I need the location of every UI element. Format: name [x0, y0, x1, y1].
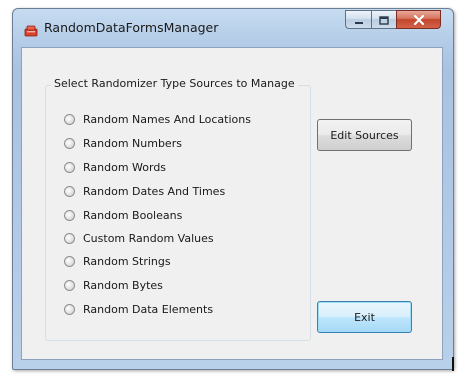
radio-random-numbers[interactable]: Random Numbers	[64, 135, 182, 151]
title-bar[interactable]: RandomDataFormsManager	[13, 9, 453, 47]
radio-label: Random Bytes	[83, 278, 163, 292]
radio-label: Random Words	[83, 160, 167, 174]
close-icon	[413, 10, 425, 29]
radio-random-words[interactable]: Random Words	[64, 159, 166, 175]
radio-custom-random-values[interactable]: Custom Random Values	[64, 230, 214, 246]
text-cursor	[452, 357, 454, 371]
radio-button[interactable]	[64, 209, 75, 221]
exit-button[interactable]: Exit	[317, 301, 412, 333]
radio-label: Random Numbers	[83, 136, 182, 150]
radio-label: Random Dates And Times	[83, 184, 226, 198]
minimize-icon	[354, 10, 364, 29]
radio-random-booleans[interactable]: Random Booleans	[64, 207, 182, 223]
database-icon	[24, 22, 38, 37]
radio-label: Random Names And Locations	[83, 112, 251, 126]
radio-label: Random Booleans	[83, 208, 183, 222]
maximize-icon	[379, 10, 389, 29]
radio-button[interactable]	[64, 232, 75, 244]
minimize-button[interactable]	[345, 10, 372, 29]
close-button[interactable]	[396, 10, 441, 29]
radio-label: Custom Random Values	[83, 231, 214, 245]
radio-button[interactable]	[64, 279, 75, 291]
radio-button[interactable]	[64, 137, 75, 149]
radio-label: Random Data Elements	[83, 302, 214, 316]
maximize-button[interactable]	[371, 10, 397, 29]
radio-random-names-and-locations[interactable]: Random Names And Locations	[64, 111, 251, 127]
radio-random-strings[interactable]: Random Strings	[64, 253, 171, 269]
radio-button[interactable]	[64, 185, 75, 197]
radio-random-bytes[interactable]: Random Bytes	[64, 277, 163, 293]
radio-button[interactable]	[64, 255, 75, 267]
radio-button[interactable]	[64, 303, 75, 315]
window-title: RandomDataFormsManager	[44, 20, 219, 35]
groupbox-caption: Select Randomizer Type Sources to Manage	[51, 77, 298, 90]
radio-button[interactable]	[64, 161, 75, 173]
radio-button[interactable]	[64, 113, 75, 125]
radio-random-data-elements[interactable]: Random Data Elements	[64, 301, 213, 317]
radio-random-dates-and-times[interactable]: Random Dates And Times	[64, 183, 225, 199]
app-window: RandomDataFormsManager Select Randomizer…	[12, 8, 454, 370]
form-client-area: Select Randomizer Type Sources to Manage…	[21, 47, 443, 360]
edit-sources-button[interactable]: Edit Sources	[317, 119, 412, 151]
radio-label: Random Strings	[83, 254, 171, 268]
